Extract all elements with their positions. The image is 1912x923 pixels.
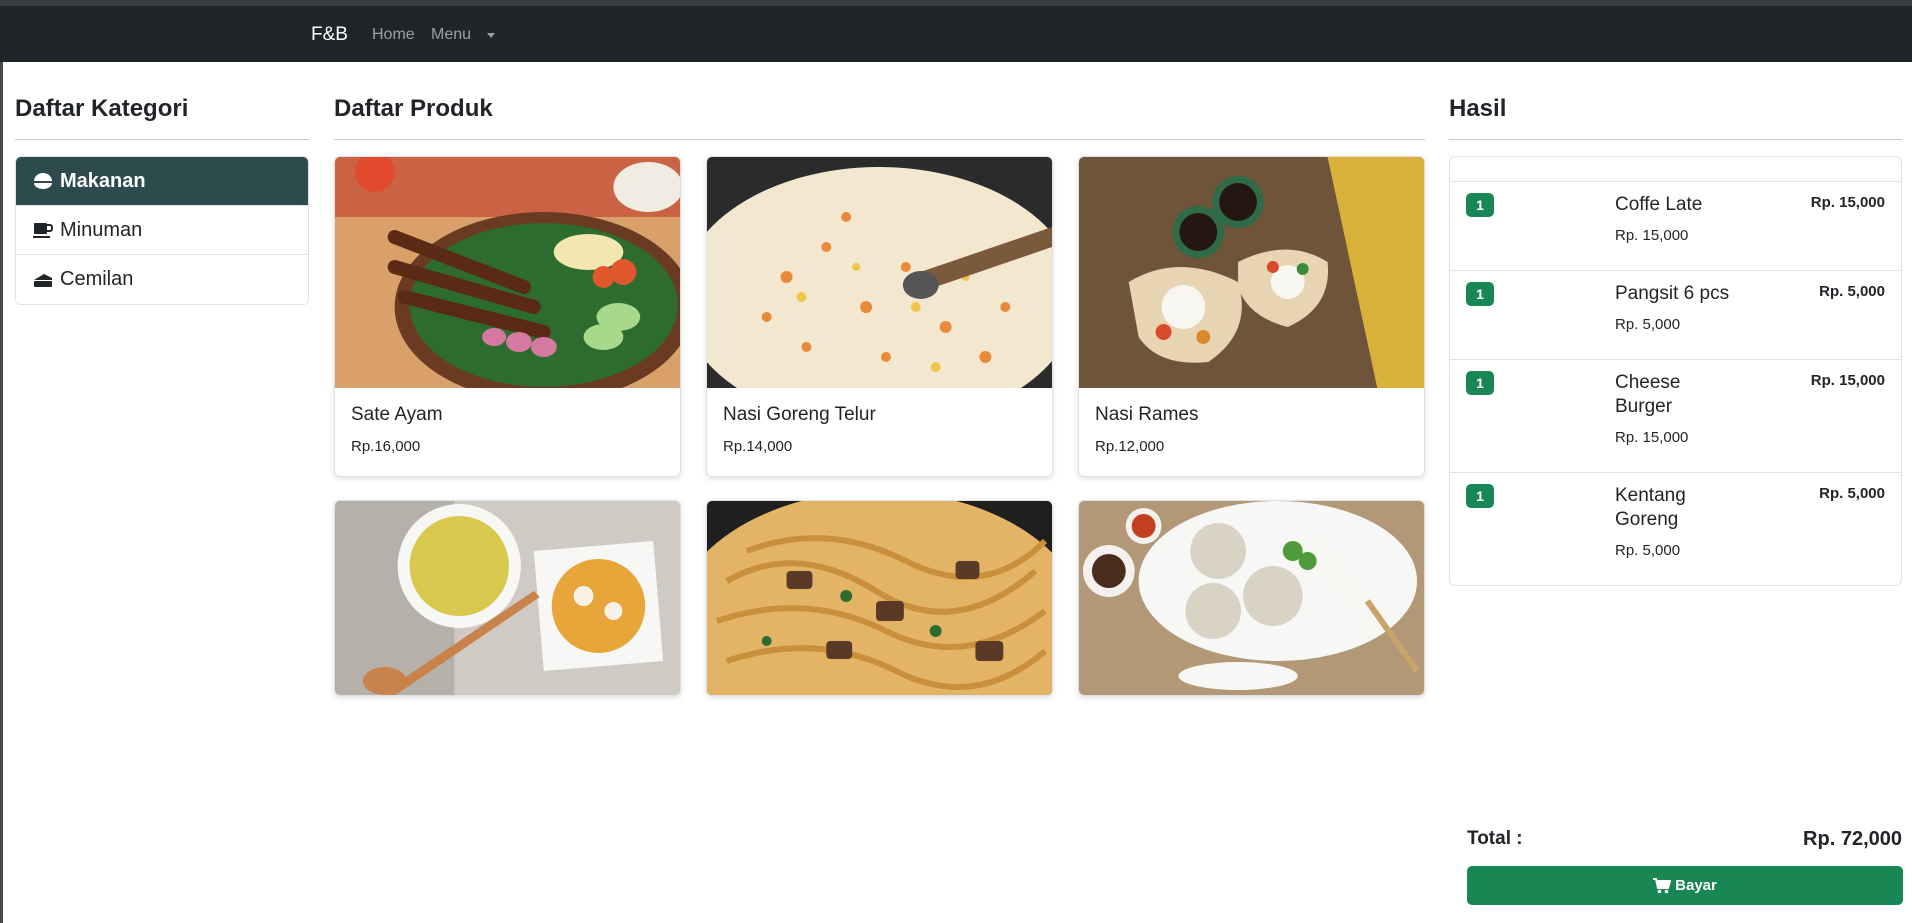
- product-card-sate-ayam[interactable]: Sate Ayam Rp.16,000: [334, 156, 681, 477]
- cake-icon: [32, 271, 54, 289]
- category-item-makanan[interactable]: Makanan: [16, 157, 308, 206]
- product-image-nasi-rames: [1079, 157, 1424, 388]
- product-image-sate-ayam: [335, 157, 680, 388]
- product-image-soto: [335, 501, 680, 695]
- cart-item-name: Coffe Late: [1615, 194, 1703, 215]
- category-item-minuman[interactable]: Minuman: [16, 206, 308, 255]
- cart-item-price: Rp. 5,000: [1615, 316, 1681, 333]
- product-card-nasi-goreng-telur[interactable]: Nasi Goreng Telur Rp.14,000: [706, 156, 1053, 477]
- nav-menu-dropdown[interactable]: Menu: [431, 26, 471, 44]
- qty-badge: 1: [1466, 282, 1494, 306]
- qty-badge: 1: [1466, 193, 1494, 217]
- product-card-4[interactable]: [334, 500, 681, 696]
- navbar: F&B Home Menu: [0, 6, 1912, 62]
- product-image-nasi-goreng-telur: [707, 157, 1052, 388]
- category-item-cemilan[interactable]: Cemilan: [16, 255, 308, 304]
- total-value: Rp. 72,000: [1803, 828, 1902, 850]
- qty-badge: 1: [1466, 484, 1494, 508]
- pay-button[interactable]: Bayar: [1467, 866, 1903, 905]
- qty-badge: 1: [1466, 371, 1494, 395]
- cart-item[interactable]: 1 Kentang Goreng Rp. 5,000 Rp. 5,000: [1450, 472, 1901, 585]
- product-price: Rp.12,000: [1095, 438, 1165, 455]
- cart-icon: [1653, 877, 1672, 893]
- nav-home-link[interactable]: Home: [372, 26, 415, 44]
- product-name: Nasi Goreng Telur: [723, 404, 876, 425]
- category-list: Makanan Minuman Cemilan: [15, 156, 309, 305]
- cart-item-name: Kentang Goreng: [1615, 485, 1686, 530]
- product-card-5[interactable]: [706, 500, 1053, 696]
- cart-item[interactable]: 1 Coffe Late Rp. 15,000 Rp. 15,000: [1450, 181, 1901, 270]
- category-label: Minuman: [60, 218, 143, 241]
- mug-icon: [32, 221, 54, 239]
- bowl-icon: [32, 172, 54, 190]
- cart-item[interactable]: 1 Pangsit 6 pcs Rp. 5,000 Rp. 5,000: [1450, 270, 1901, 359]
- cart-item-price: Rp. 5,000: [1615, 542, 1681, 559]
- cart-item-name: Pangsit 6 pcs: [1615, 283, 1730, 304]
- result-divider: [1449, 139, 1902, 140]
- product-image-bakso: [1079, 501, 1424, 695]
- product-card-6[interactable]: [1078, 500, 1425, 696]
- chevron-down-icon[interactable]: [487, 33, 495, 38]
- product-image-mie: [707, 501, 1052, 695]
- cart-item-name: Cheese Burger: [1615, 372, 1681, 417]
- cart-item-price: Rp. 15,000: [1615, 227, 1689, 244]
- products-divider: [334, 139, 1425, 140]
- product-card-nasi-rames[interactable]: Nasi Rames Rp.12,000: [1078, 156, 1425, 477]
- cart-list: 1 Coffe Late Rp. 15,000 Rp. 15,000 1 Pan…: [1449, 156, 1902, 586]
- cart-item-total: Rp. 15,000: [1810, 372, 1885, 389]
- category-label: Cemilan: [60, 268, 134, 290]
- categories-divider: [15, 139, 309, 140]
- product-price: Rp.16,000: [351, 438, 421, 455]
- cart-item-price: Rp. 15,000: [1615, 429, 1689, 446]
- pay-button-label: Bayar: [1675, 877, 1717, 894]
- cart-item-total: Rp. 15,000: [1810, 194, 1885, 211]
- cart-item-total: Rp. 5,000: [1819, 283, 1885, 300]
- cart-item[interactable]: 1 Cheese Burger Rp. 15,000 Rp. 15,000: [1450, 359, 1901, 472]
- product-name: Sate Ayam: [351, 404, 443, 425]
- total-label: Total :: [1467, 828, 1523, 849]
- product-price: Rp.14,000: [723, 438, 793, 455]
- categories-title: Daftar Kategori: [15, 95, 189, 122]
- result-title: Hasil: [1449, 95, 1507, 122]
- window-left-border: [0, 62, 3, 923]
- category-label: Makanan: [60, 169, 146, 192]
- brand-link[interactable]: F&B: [311, 24, 348, 46]
- products-title: Daftar Produk: [334, 95, 493, 122]
- product-name: Nasi Rames: [1095, 404, 1199, 425]
- cart-item-total: Rp. 5,000: [1819, 485, 1885, 502]
